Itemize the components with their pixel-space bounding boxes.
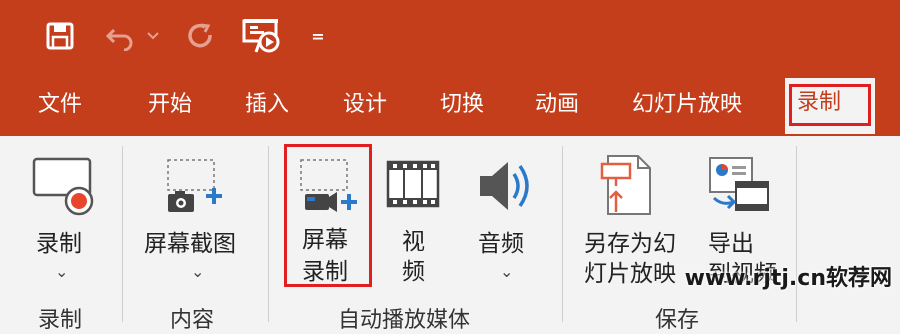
video-label-line1: 视 xyxy=(402,229,425,255)
save-icon xyxy=(46,22,74,50)
video-icon xyxy=(386,160,440,208)
tab-home[interactable]: 开始 xyxy=(148,86,192,124)
tab-animations[interactable]: 动画 xyxy=(535,86,579,124)
save-as-show-label-line1: 另存为幻 xyxy=(584,231,676,257)
save-button[interactable] xyxy=(38,16,82,56)
export-video-label-line1: 导出 xyxy=(708,231,754,257)
screenshot-icon xyxy=(167,159,222,212)
audio-icon xyxy=(480,162,529,210)
audio-button[interactable]: 音频 ⌄ xyxy=(468,146,548,286)
save-as-show-label-line2: 灯片放映 xyxy=(584,261,676,287)
tab-file[interactable]: 文件 xyxy=(38,86,82,124)
tab-recording-highlight xyxy=(789,84,871,126)
ribbon-tab-bar: 文件 开始 插入 设计 切换 动画 幻灯片放映 录制 xyxy=(0,72,900,136)
redo-button[interactable] xyxy=(180,16,220,56)
tab-insert[interactable]: 插入 xyxy=(245,86,289,124)
from-beginning-button[interactable] xyxy=(238,16,286,56)
video-label-line2: 频 xyxy=(402,259,425,285)
dropdown-arrow-icon xyxy=(147,32,159,40)
export-video-icon xyxy=(709,157,769,211)
video-button[interactable]: 视 频 xyxy=(380,146,450,286)
screenshot-dropdown-icon: ⌄ xyxy=(191,262,205,281)
screenshot-label: 屏幕截图 xyxy=(144,231,236,257)
group-divider xyxy=(122,146,123,322)
record-label: 录制 xyxy=(36,231,82,257)
record-button[interactable]: 录制 ⌄ xyxy=(20,146,110,286)
tab-design[interactable]: 设计 xyxy=(343,86,387,124)
save-as-show-icon xyxy=(600,155,651,215)
group-label-autoplay: 自动播放媒体 xyxy=(338,308,471,333)
undo-icon xyxy=(105,28,133,51)
undo-dropdown-button[interactable] xyxy=(142,16,164,56)
screen-recording-highlight xyxy=(284,144,372,287)
group-divider xyxy=(562,146,563,322)
record-icon xyxy=(32,157,94,216)
group-label-content: 内容 xyxy=(170,308,215,333)
audio-label: 音频 xyxy=(478,231,524,257)
screenshot-button[interactable]: 屏幕截图 ⌄ xyxy=(136,146,256,286)
group-label-record: 录制 xyxy=(38,308,83,333)
watermark: www.rjtj.cn软荐网 xyxy=(684,266,892,291)
tab-transitions[interactable]: 切换 xyxy=(440,86,484,124)
group-divider xyxy=(796,146,797,322)
tab-slide-show[interactable]: 幻灯片放映 xyxy=(632,86,742,124)
customize-toolbar-button[interactable]: = xyxy=(306,16,330,56)
audio-dropdown-icon: ⌄ xyxy=(500,262,514,281)
redo-icon xyxy=(188,23,212,48)
record-dropdown-icon: ⌄ xyxy=(55,262,69,281)
quick-access-toolbar: = xyxy=(0,0,900,72)
tab-recording[interactable]: 录制 xyxy=(785,78,875,134)
undo-button[interactable] xyxy=(100,16,140,56)
customize-arrow-icon: = xyxy=(311,26,325,46)
ribbon-panel: 录制 ⌄ 录制 屏幕截图 ⌄ 内容 屏幕 录制 视 频 音频 ⌄ 自动播放媒体 … xyxy=(0,136,900,333)
save-as-show-button[interactable]: 另存为幻 灯片放映 xyxy=(578,146,688,296)
group-label-save: 保存 xyxy=(655,308,700,333)
group-divider xyxy=(268,146,269,322)
from-beginning-icon xyxy=(242,19,280,53)
